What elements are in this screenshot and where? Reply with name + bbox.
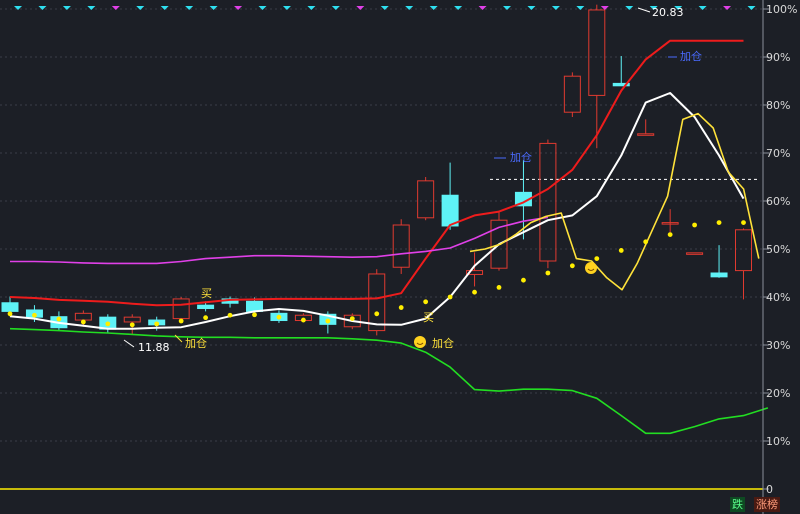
dot-point [32, 312, 37, 318]
candle [392, 224, 410, 268]
candle [368, 273, 386, 332]
top-marker [282, 6, 291, 10]
up-ranking-badge[interactable]: 涨榜 [754, 497, 780, 512]
top-marker [747, 6, 756, 10]
y-tick-label: 80% [766, 99, 790, 112]
y-tick-label: 60% [766, 195, 790, 208]
annotation-price_high: 20.83 [652, 6, 684, 19]
series-line-red [9, 39, 744, 307]
candle [123, 316, 141, 323]
top-marker [331, 6, 340, 10]
y-tick-label: 100% [766, 3, 797, 16]
annotation-signal: 加仓 [185, 336, 207, 350]
series-lines [9, 39, 769, 435]
top-marker [576, 6, 585, 10]
dot-point [349, 316, 355, 321]
dot-point [447, 294, 453, 300]
candle [588, 9, 606, 96]
y-tick-label: 20% [766, 387, 790, 400]
annotation-signal: 买 [423, 311, 434, 324]
top-marker [503, 6, 511, 10]
dot-point [178, 318, 184, 324]
chart-canvas: 100% 90% 80% 70% 60% 50% 40% 30% 20% 10% 0 20.83 11… [0, 0, 797, 514]
dot-point [129, 322, 135, 328]
candle [197, 304, 215, 310]
dot-point [252, 312, 257, 318]
annotation-arrow [123, 339, 135, 348]
candle [417, 180, 435, 219]
dot-point [203, 315, 209, 321]
dot-point [594, 256, 600, 261]
top-marker [136, 6, 145, 10]
top-marker [62, 6, 71, 10]
annotation-signal: 加仓 [432, 336, 454, 350]
dot-point [301, 317, 306, 323]
dot-point [7, 311, 13, 317]
dot-point [496, 285, 502, 290]
annotation-arrow [637, 7, 651, 13]
candle [74, 312, 92, 321]
series-line-white [9, 92, 745, 330]
dot-point [276, 314, 282, 320]
y-tick-label: 0 [766, 483, 773, 496]
dot-point [374, 311, 380, 317]
dot-point [80, 319, 86, 325]
candles [1, 4, 752, 336]
y-tick-label: 40% [766, 291, 790, 304]
candle [710, 272, 728, 278]
candle [1, 302, 19, 312]
top-marker [111, 6, 120, 10]
dot-point [618, 248, 624, 253]
dot-point [227, 312, 233, 318]
candle [637, 133, 655, 136]
y-tick-label: 90% [766, 51, 790, 64]
candle [735, 229, 752, 272]
annotation-signal: 买 [201, 287, 212, 300]
dot-point [643, 239, 649, 245]
dot-point [716, 220, 722, 226]
series-line-green [9, 327, 769, 435]
smiley-icon [414, 336, 426, 348]
y-tick-label: 10% [766, 435, 790, 448]
series-line-magenta [10, 216, 549, 265]
top-marker [307, 6, 316, 10]
candle [563, 75, 581, 113]
dot-point [154, 321, 160, 327]
annotation-price_low: 11.88 [138, 341, 170, 354]
dot-point [423, 299, 429, 305]
dot-point [667, 232, 673, 238]
annotation-marker: 加仓 [510, 150, 532, 164]
candle [539, 142, 557, 262]
dot-point [325, 318, 331, 324]
top-marker [723, 6, 732, 10]
candle [686, 252, 704, 255]
dot-point [569, 263, 575, 269]
top-marker [87, 6, 96, 10]
series-line-yellow [469, 112, 760, 291]
dot-point [545, 270, 551, 276]
top-marker [356, 6, 365, 10]
down-ranking-badge[interactable]: 跌 [730, 497, 745, 512]
dot-point [472, 289, 477, 295]
dot-point [105, 321, 111, 327]
smiley-icon [585, 262, 597, 274]
y-tick-label: 70% [766, 147, 790, 160]
y-tick-label: 30% [766, 339, 790, 352]
dot-point [521, 277, 526, 283]
annotation-marker: 加仓 [680, 49, 702, 63]
dot-point [56, 316, 62, 322]
candle [172, 298, 190, 320]
top-marker [527, 6, 536, 10]
y-axis: 100% 90% 80% 70% 60% 50% 40% 30% 20% 10% 0 [762, 0, 797, 514]
top-marker [551, 6, 560, 10]
y-tick-label: 50% [766, 243, 790, 256]
grid [0, 8, 763, 490]
dot-point [398, 305, 404, 310]
dot-point [741, 220, 746, 226]
candle [441, 194, 459, 227]
dot-point [692, 222, 697, 228]
